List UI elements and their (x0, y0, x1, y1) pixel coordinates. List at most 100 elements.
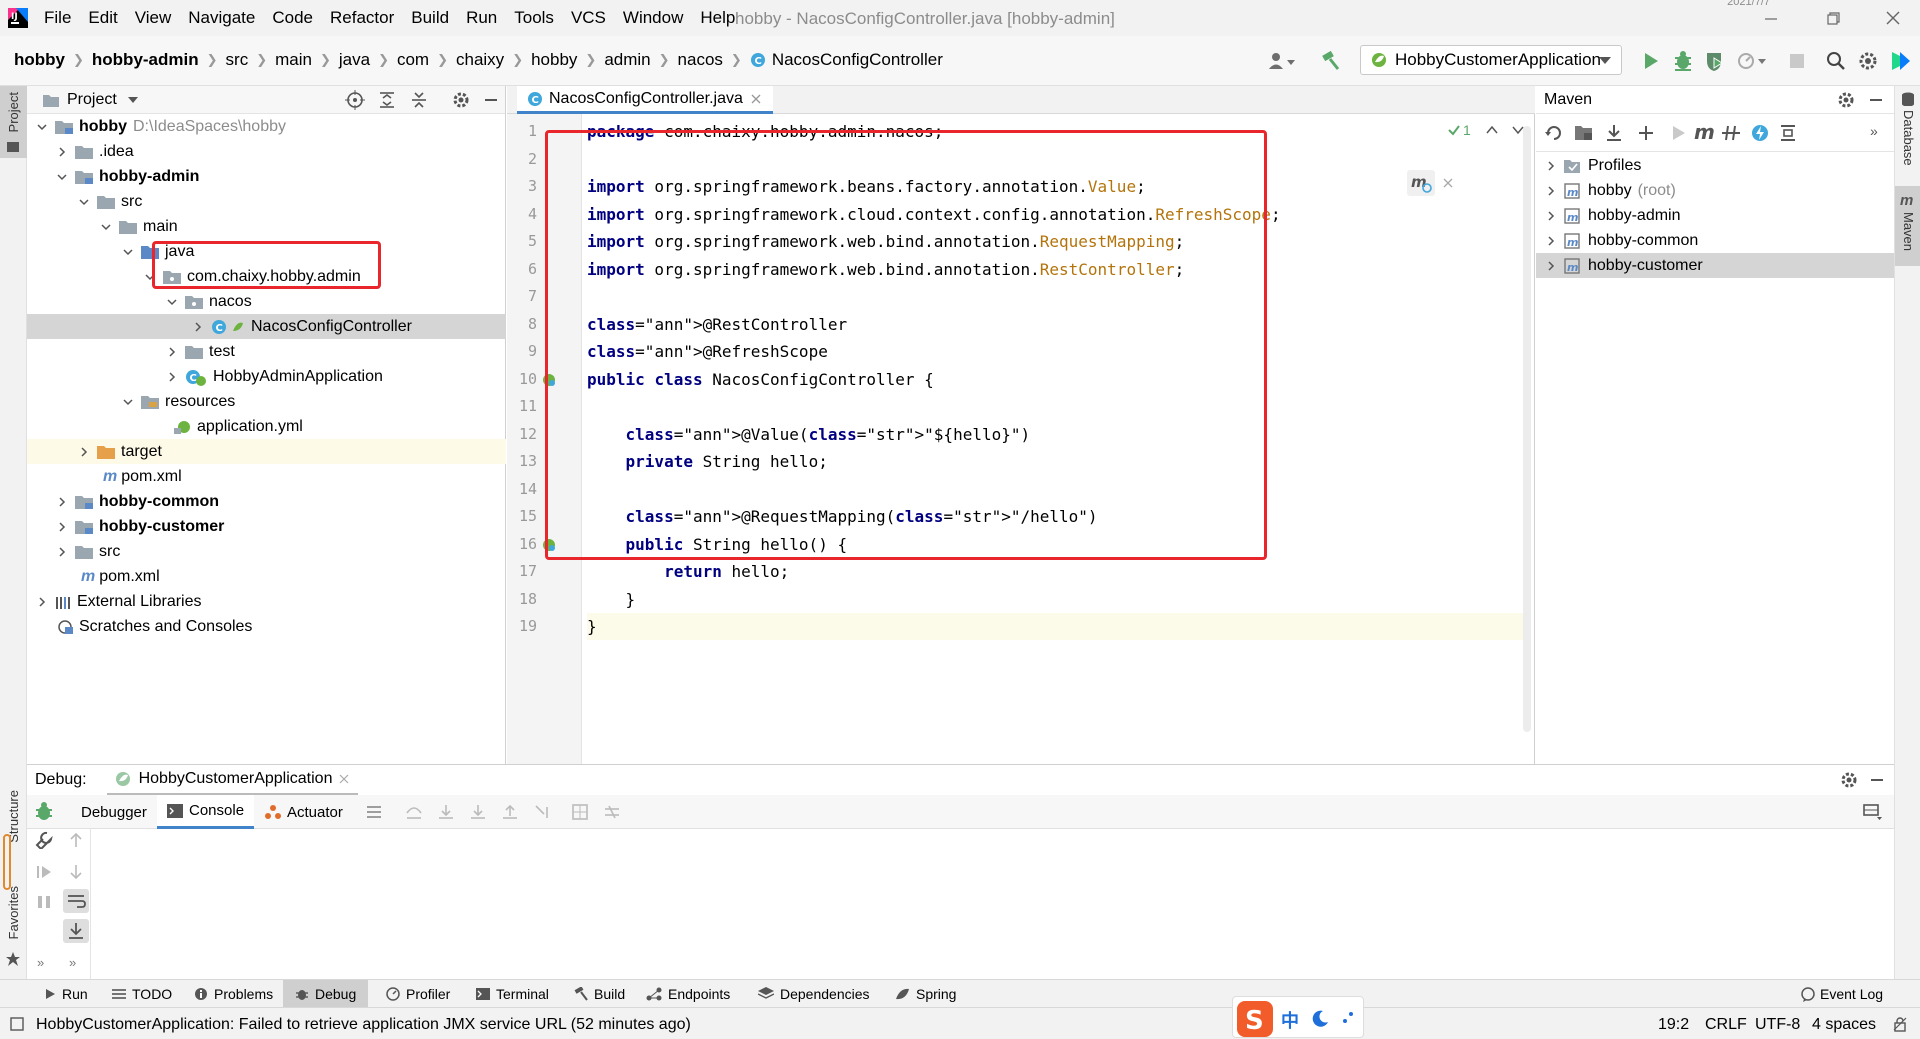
chevron-right-icon[interactable] (1546, 210, 1556, 221)
breadcrumb-item[interactable]: nacos (678, 50, 723, 70)
resume-icon[interactable] (35, 863, 53, 881)
line-separator[interactable]: CRLF (1705, 1016, 1747, 1034)
chevron-down-icon[interactable] (145, 272, 155, 282)
close-icon[interactable] (1882, 7, 1904, 29)
chevron-right-icon[interactable] (167, 371, 177, 382)
chevron-right-icon[interactable] (1546, 185, 1556, 196)
tool-profiler[interactable]: Profiler (380, 980, 456, 1008)
step-into-icon[interactable] (437, 803, 455, 821)
settings-gear-icon[interactable] (1839, 770, 1859, 790)
chevron-down-icon[interactable] (127, 96, 139, 104)
hide-panel-icon[interactable] (481, 90, 501, 110)
run-gutter-icon[interactable] (541, 372, 557, 388)
editor-tab[interactable]: C NacosConfigController.java (517, 86, 773, 114)
coverage-icon[interactable] (1704, 50, 1726, 72)
ime-toolbar[interactable]: S 中 (1232, 996, 1364, 1038)
debug-icon[interactable] (1672, 50, 1694, 72)
breadcrumb-item[interactable]: hobby (14, 50, 65, 70)
code-line[interactable]: import org.springframework.beans.factory… (587, 173, 1527, 200)
tool-problems[interactable]: Problems (188, 980, 279, 1008)
tool-build[interactable]: Build (568, 980, 631, 1008)
chevron-right-icon[interactable] (57, 496, 67, 507)
code-line[interactable]: } (587, 586, 1527, 613)
rerun-debug-icon[interactable] (33, 801, 55, 823)
menu-view[interactable]: View (135, 8, 172, 28)
tool-todo[interactable]: TODO (106, 980, 178, 1008)
chevron-right-icon[interactable] (193, 321, 203, 332)
code-line[interactable]: public String hello() { (587, 531, 1527, 558)
code-line[interactable]: class="ann">@RestController (587, 311, 1527, 338)
tree-node-nacos[interactable]: nacos (27, 289, 506, 314)
run-gutter-icon[interactable] (541, 537, 557, 553)
tool-terminal[interactable]: Terminal (470, 980, 555, 1008)
breadcrumb-item[interactable]: NacosConfigController (772, 50, 943, 70)
tool-spring[interactable]: Spring (888, 980, 962, 1008)
tree-node-pom-xml-root[interactable]: m pom.xml (27, 564, 506, 589)
tab-console[interactable]: Console (157, 795, 255, 829)
code-line[interactable]: package com.chaixy.hobby.admin.nacos; (587, 118, 1527, 145)
menu-file[interactable]: File (44, 8, 71, 28)
load-maven-changes-button[interactable]: m (1407, 170, 1435, 196)
breadcrumb-item[interactable]: hobby (531, 50, 577, 70)
code-line[interactable] (587, 476, 1527, 503)
chevron-down-icon[interactable] (123, 397, 133, 407)
show-dependencies-icon[interactable] (1778, 123, 1798, 143)
favorites-tool-button[interactable]: Favorites (0, 886, 27, 976)
chevron-right-icon[interactable] (1546, 235, 1556, 246)
modify-config-wrench-icon[interactable] (35, 831, 53, 849)
code-line[interactable]: import org.springframework.web.bind.anno… (587, 228, 1527, 255)
tree-node-test[interactable]: test (27, 339, 506, 364)
tree-node-nacos-config-controller[interactable]: C NacosConfigController (27, 314, 506, 339)
expand-all-icon[interactable] (377, 90, 397, 110)
code-line[interactable]: class="ann">@RequestMapping(class="str">… (587, 503, 1527, 530)
chevron-down-icon[interactable] (167, 297, 177, 307)
pause-icon[interactable] (35, 893, 53, 911)
skip-tests-icon[interactable] (1750, 123, 1770, 143)
tool-event-log[interactable]: Event Log (1794, 980, 1889, 1008)
restore-icon[interactable] (1822, 7, 1844, 29)
indent-setting[interactable]: 4 spaces (1812, 1016, 1876, 1034)
hide-panel-icon[interactable] (1867, 770, 1887, 790)
menu-navigate[interactable]: Navigate (188, 8, 255, 28)
code-area[interactable]: package com.chaixy.hobby.admin.nacos; imp… (587, 114, 1527, 764)
chevron-down-icon[interactable] (57, 172, 67, 182)
code-line[interactable] (587, 283, 1527, 310)
settings-gear-icon[interactable] (1857, 50, 1879, 72)
settings-gear-icon[interactable] (451, 90, 471, 110)
maven-node-hobby-customer[interactable]: m hobby-customer (1536, 253, 1894, 278)
code-line[interactable]: class="ann">@Value(class="str">"${hello}… (587, 421, 1527, 448)
toggle-offline-icon[interactable] (1720, 123, 1742, 143)
more-icon[interactable]: » (69, 955, 76, 970)
tree-node-idea[interactable]: .idea (27, 139, 506, 164)
maven-node-hobby-common[interactable]: m hobby-common (1536, 228, 1894, 253)
code-line[interactable]: class="ann">@RefreshScope (587, 338, 1527, 365)
maven-node-profiles[interactable]: Profiles (1536, 153, 1894, 178)
code-line[interactable]: import org.springframework.cloud.context… (587, 201, 1527, 228)
stop-icon[interactable] (1786, 50, 1808, 72)
chevron-right-icon[interactable] (167, 346, 177, 357)
chevron-right-icon[interactable] (1546, 160, 1556, 171)
code-line[interactable]: import org.springframework.web.bind.anno… (587, 256, 1527, 283)
code-line[interactable]: return hello; (587, 558, 1527, 585)
code-line[interactable]: private String hello; (587, 448, 1527, 475)
breadcrumb-item[interactable]: hobby-admin (92, 50, 199, 70)
scroll-to-end-icon[interactable] (63, 919, 89, 943)
build-hammer-icon[interactable] (1320, 50, 1342, 72)
layout-icon[interactable] (1863, 803, 1883, 821)
tree-node-hobby[interactable]: hobby D:\IdeaSpaces\hobby (27, 114, 506, 139)
chevron-right-icon[interactable] (57, 146, 67, 157)
evaluate-expression-icon[interactable] (571, 803, 589, 821)
tab-debugger[interactable]: Debugger (67, 795, 161, 829)
run-icon[interactable] (1640, 50, 1662, 72)
scroll-down-icon[interactable] (67, 863, 85, 881)
chevron-right-icon[interactable] (79, 446, 89, 457)
chevron-right-icon[interactable] (57, 546, 67, 557)
menu-refactor[interactable]: Refactor (330, 8, 394, 28)
console-output[interactable] (91, 829, 1894, 980)
breadcrumb-item[interactable]: admin (604, 50, 650, 70)
scroll-up-icon[interactable] (67, 831, 85, 849)
tree-node-hobby-customer[interactable]: hobby-customer (27, 514, 506, 539)
tree-node-target[interactable]: target (27, 439, 506, 464)
trace-stream-icon[interactable] (603, 803, 621, 821)
close-tab-icon[interactable] (749, 92, 763, 106)
